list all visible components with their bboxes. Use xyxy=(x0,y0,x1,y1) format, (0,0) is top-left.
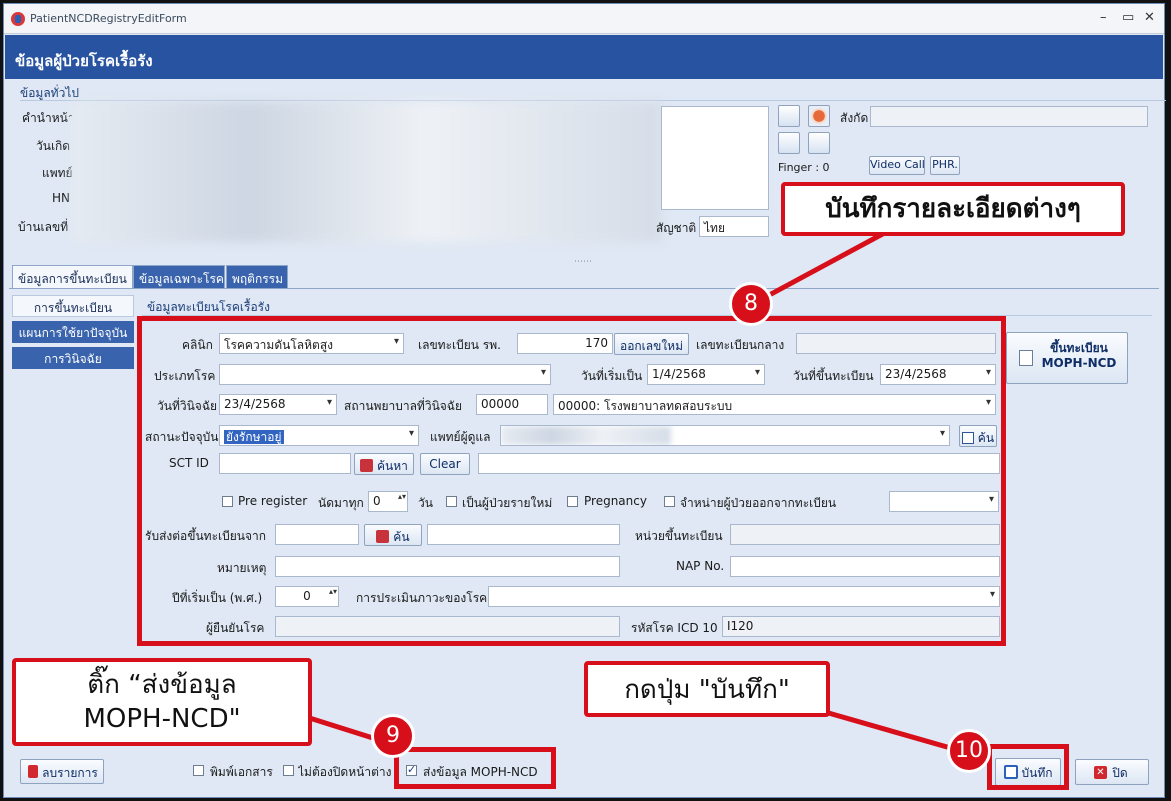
step-badge-10: 10 xyxy=(947,729,991,773)
callout-tick: ติ๊ก “ส่งข้อมูล MOPH-NCD" xyxy=(12,658,312,746)
callout-details: บันทึกรายละเอียดต่างๆ xyxy=(781,182,1125,236)
callout-tick-line2: MOPH-NCD" xyxy=(83,704,241,734)
step-badge-8: 8 xyxy=(729,282,773,326)
callout-tick-line1: ติ๊ก “ส่งข้อมูล xyxy=(87,670,237,700)
callout-save: กดปุ่ม "บันทึก" xyxy=(584,661,830,717)
arrow-details xyxy=(758,227,892,303)
step-badge-9: 9 xyxy=(371,714,415,758)
